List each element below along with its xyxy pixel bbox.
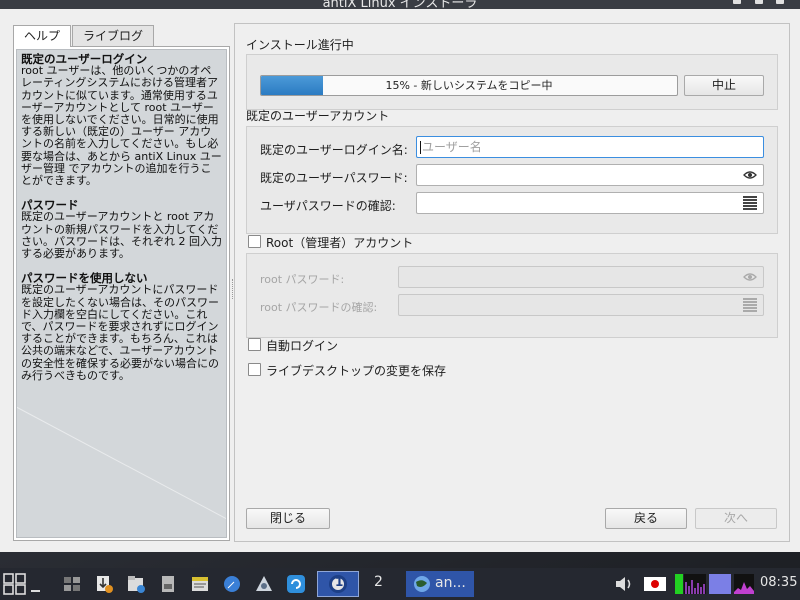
help-body: 既定のユーザーアカウントにパスワードを設定したくない場合は、そのパスワード入力欄…	[21, 283, 219, 382]
tab-help[interactable]: ヘルプ	[13, 25, 72, 47]
web-browser-icon[interactable]	[222, 574, 242, 594]
taskbar: 1 2 an... 08:35	[0, 568, 800, 600]
install-progress-bar: 15% - 新しいシステムをコピー中	[260, 75, 678, 96]
memory-monitor-icon	[709, 574, 731, 594]
installer-globe-icon	[414, 576, 430, 592]
install-pane: インストール進行中 15% - 新しいシステムをコピー中 中止 既定のユーザーア…	[234, 23, 790, 542]
active-task-label: an...	[435, 575, 466, 591]
active-task-button[interactable]: an...	[406, 571, 474, 597]
user-confirm-label: ユーザパスワードの確認:	[260, 199, 396, 213]
user-account-label: 既定のユーザーアカウント	[246, 109, 390, 123]
update-icon[interactable]	[286, 574, 306, 594]
autologin-label: 自動ログイン	[266, 339, 339, 353]
window-titlebar: antiX Linux インストーラ	[0, 0, 800, 9]
root-confirm-label: root パスワードの確認:	[260, 301, 378, 314]
app-menu-icon[interactable]	[3, 573, 27, 595]
keyboard-layout-flag-icon[interactable]	[643, 574, 667, 594]
login-name-label: 既定のユーザーログイン名:	[260, 143, 408, 157]
strength-meter-icon	[743, 196, 757, 210]
left-tabs: ヘルプ ライブログ	[13, 25, 155, 47]
window-title: antiX Linux インストーラ	[322, 0, 478, 9]
root-password-input[interactable]	[398, 266, 764, 288]
strength-meter-icon	[743, 298, 757, 312]
root-confirm-input[interactable]	[398, 294, 764, 316]
user-password-input[interactable]	[416, 164, 764, 186]
progress-text: 15% - 新しいシステムをコピー中	[385, 79, 553, 92]
workspace-2-button[interactable]: 2	[362, 571, 400, 597]
help-section: パスワードを使用しない 既定のユーザーアカウントにパスワードを設定したくない場合…	[21, 272, 222, 382]
desktop-switcher-icon[interactable]	[62, 574, 82, 594]
save-desktop-label: ライブデスクトップの変更を保存	[266, 364, 447, 378]
tab-live-log[interactable]: ライブログ	[72, 25, 155, 47]
help-body: root ユーザーは、他のいくつかのオペレーティングシステムにおける管理者アカウ…	[21, 64, 222, 188]
clock: 08:35	[760, 575, 798, 590]
maximize-button[interactable]	[755, 0, 763, 4]
workspace-1-button[interactable]: 1	[317, 571, 359, 597]
autologin-checkbox[interactable]	[248, 338, 261, 351]
close-button[interactable]: 閉じる	[246, 508, 330, 529]
installer-window: ヘルプ ライブログ 既定のユーザーログイン root ユーザーは、他のいくつかの…	[0, 9, 800, 552]
root-account-checkbox[interactable]	[248, 235, 261, 248]
root-password-label: root パスワード:	[260, 273, 345, 286]
install-progress-label: インストール進行中	[246, 38, 354, 52]
user-confirm-input[interactable]	[416, 192, 764, 214]
text-editor-icon[interactable]	[190, 574, 210, 594]
minimize-button[interactable]	[733, 0, 741, 4]
help-text-area: 既定のユーザーログイン root ユーザーは、他のいくつかのオペレーティングシス…	[16, 49, 227, 538]
eye-icon	[743, 273, 757, 281]
volume-icon[interactable]	[614, 574, 634, 594]
text-caret	[420, 141, 421, 154]
next-button[interactable]: 次へ	[695, 508, 777, 529]
login-name-placeholder: ユーザー名	[422, 140, 482, 154]
login-name-input[interactable]: ユーザー名	[416, 136, 764, 158]
network-monitor-icon	[684, 574, 706, 594]
save-desktop-checkbox[interactable]	[248, 363, 261, 376]
disk-monitor-icon	[734, 574, 754, 594]
package-installer-icon[interactable]	[158, 574, 178, 594]
control-centre-icon[interactable]	[254, 574, 274, 594]
help-section: 既定のユーザーログイン root ユーザーは、他のいくつかのオペレーティングシス…	[21, 53, 222, 187]
file-manager-icon[interactable]	[126, 574, 146, 594]
workspace-2-number: 2	[374, 574, 383, 590]
minimize-all-icon[interactable]	[31, 590, 40, 592]
close-window-button[interactable]	[776, 0, 784, 4]
help-section: パスワード 既定のユーザーアカウントと root アカウントの新規パスワードを入…	[21, 199, 222, 260]
back-button[interactable]: 戻る	[605, 508, 687, 529]
cpu-monitor-icon	[675, 574, 683, 594]
workspace-1-number: 1	[335, 575, 344, 589]
abort-button[interactable]: 中止	[684, 75, 764, 96]
installer-launcher-icon[interactable]	[94, 574, 114, 594]
eye-icon[interactable]	[743, 169, 757, 181]
user-password-label: 既定のユーザーパスワード:	[260, 171, 408, 185]
help-body: 既定のユーザーアカウントと root アカウントの新規パスワードを入力してくださ…	[21, 210, 222, 261]
help-panel: 既定のユーザーログイン root ユーザーは、他のいくつかのオペレーティングシス…	[13, 46, 230, 541]
root-account-label: Root（管理者）アカウント	[266, 236, 414, 250]
